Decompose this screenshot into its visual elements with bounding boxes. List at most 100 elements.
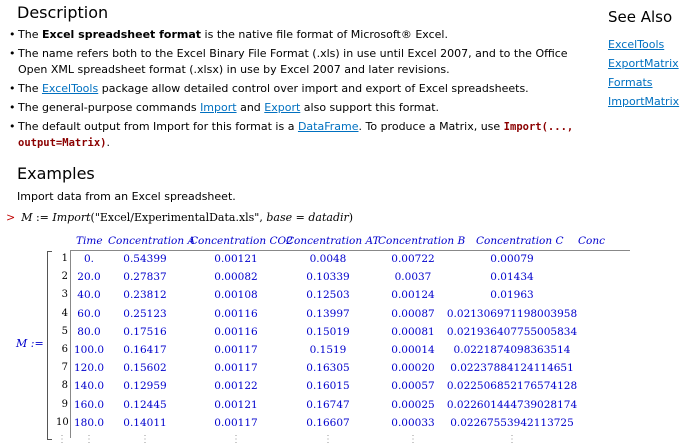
matrix-cell: 0.00082 [214, 271, 258, 284]
bullet-bold-text: Excel spreadsheet format [41, 28, 202, 41]
matrix-cell: 0.00033 [391, 416, 435, 429]
import-link[interactable]: Import [200, 101, 237, 114]
matrix-cell: 0.12445 [123, 398, 167, 411]
bullet-text: . [106, 136, 111, 149]
matrix-cell: 0.021306971198003958 [446, 307, 578, 320]
column-header: Concentration B [378, 235, 466, 247]
matrix-cell: 140.0 [73, 380, 105, 393]
prompt-icon: > [6, 211, 16, 224]
bullet-text: package allow detailed control over impo… [98, 82, 529, 95]
vertical-ellipsis: ⋮ [507, 434, 517, 445]
matrix-cell: 0.021936407755005834 [446, 325, 578, 338]
see-also-link-exportmatrix[interactable]: ExportMatrix [608, 57, 679, 70]
dataframe-link[interactable]: DataFrame [298, 120, 359, 133]
matrix-cell: 0.00121 [214, 398, 258, 411]
matrix-cell: 0.00025 [391, 398, 435, 411]
bullet-text: The general-purpose commands [18, 101, 201, 114]
matrix-cell: 0.1519 [309, 344, 347, 356]
matrix-cell: 0.25123 [123, 307, 167, 320]
matrix-cell: 0.02237884124114651 [450, 362, 574, 375]
see-also-panel: See Also ExcelTools ExportMatrix Formats… [608, 8, 679, 114]
matrix-cell: 120.0 [73, 362, 105, 375]
matrix-cell: 0.16015 [306, 380, 350, 393]
vertical-ellipsis: ⋮ [323, 434, 333, 445]
row-number: 8 [61, 380, 68, 392]
bullet-exceltools: The ExcelTools package allow detailed co… [6, 81, 581, 97]
matrix-cell: 40.0 [77, 289, 101, 302]
matrix-cell: 20.0 [77, 271, 101, 284]
matrix-cell: 0.16607 [306, 416, 350, 429]
bullet-text: is the native file format of Microsoft® … [201, 28, 448, 41]
column-header: Concentration CO2 [190, 235, 293, 247]
matrix-cell: 0.10339 [306, 271, 350, 284]
matrix-horizontal-separator [70, 250, 630, 251]
matrix-cell: 0.00117 [214, 416, 258, 429]
bullet-native-format: The Excel spreadsheet format is the nati… [6, 27, 581, 43]
command-lhs: M [21, 211, 33, 224]
matrix-cell: 0.00124 [391, 289, 435, 302]
bullet-default-output: The default output from Import for this … [6, 119, 581, 151]
matrix-cell: 0.00057 [391, 380, 435, 393]
vertical-ellipsis: ⋮ [84, 434, 94, 445]
matrix-cell: 0.00116 [214, 307, 258, 320]
matrix-cell: 0.12959 [123, 380, 167, 393]
matrix-cell: 0.00722 [391, 253, 435, 265]
bullet-text: The name refers both to the Excel Binary… [18, 47, 568, 76]
description-heading: Description [17, 3, 109, 22]
see-also-link-formats[interactable]: Formats [608, 76, 679, 89]
command-args: ("Excel/ExperimentalData.xls", [90, 211, 267, 224]
command-input[interactable]: > M := Import("Excel/ExperimentalData.xls… [6, 211, 353, 224]
matrix-cell: 0.16417 [123, 344, 167, 356]
command-base-value: datadir [308, 211, 349, 224]
row-number: 10 [56, 416, 69, 428]
matrix-cell: 0. [83, 253, 95, 265]
command-func: Import [52, 211, 91, 224]
matrix-cell: 180.0 [73, 416, 105, 429]
exceltools-link[interactable]: ExcelTools [42, 82, 98, 95]
description-bullets: The Excel spreadsheet format is the nati… [6, 27, 581, 154]
matrix-cell: 0.00117 [214, 362, 258, 375]
matrix-cell: 0.022506852176574128 [446, 380, 578, 393]
matrix-cell: 0.02267553942113725 [450, 416, 574, 429]
command-assign: := [32, 211, 53, 224]
matrix-cell: 100.0 [73, 344, 105, 356]
matrix-cell: 80.0 [77, 325, 101, 338]
matrix-cell: 0.00121 [214, 253, 258, 265]
column-header: Concentration AT [286, 235, 380, 247]
matrix-cell: 0.54399 [123, 253, 167, 265]
export-link[interactable]: Export [264, 101, 300, 114]
matrix-cell: 0.00108 [214, 289, 258, 302]
matrix-cell: 0.15602 [123, 362, 167, 375]
matrix-cell: 0.00122 [214, 380, 258, 393]
bullet-general-commands: The general-purpose commands Import and … [6, 100, 581, 116]
matrix-cell: 0.0048 [309, 253, 347, 265]
bullet-text: also support this format. [300, 101, 440, 114]
matrix-cell: 0.16305 [306, 362, 350, 375]
vertical-ellipsis: ⋮ [57, 434, 67, 445]
see-also-link-exceltools[interactable]: ExcelTools [608, 38, 679, 51]
matrix-cell: 0.022601444739028174 [446, 398, 578, 411]
row-number: 5 [61, 325, 68, 337]
matrix-cell: 0.17516 [123, 325, 167, 338]
command-close: ) [348, 211, 354, 224]
matrix-cell: 160.0 [73, 398, 105, 411]
examples-heading: Examples [17, 164, 95, 183]
matrix-cell: 0.00079 [490, 253, 534, 265]
vertical-ellipsis: ⋮ [140, 434, 150, 445]
matrix-cell: 0.00014 [391, 344, 435, 356]
see-also-link-importmatrix[interactable]: ImportMatrix [608, 95, 679, 108]
matrix-left-bracket [47, 251, 52, 440]
matrix-vertical-separator [70, 251, 71, 438]
bullet-text: The [18, 28, 42, 41]
matrix-cell: 0.00087 [391, 307, 435, 320]
result-label: M := [16, 337, 44, 350]
bullet-text: The [18, 82, 42, 95]
examples-intro: Import data from an Excel spreadsheet. [17, 190, 236, 203]
row-number: 2 [61, 271, 68, 283]
matrix-cell: 0.01963 [490, 289, 534, 302]
column-header: Concentration C [476, 235, 564, 247]
bullet-text: . To produce a Matrix, use [358, 120, 504, 133]
matrix-cell: 0.0037 [394, 271, 432, 284]
row-number: 3 [61, 289, 68, 301]
matrix-cell: 0.00116 [214, 325, 258, 338]
